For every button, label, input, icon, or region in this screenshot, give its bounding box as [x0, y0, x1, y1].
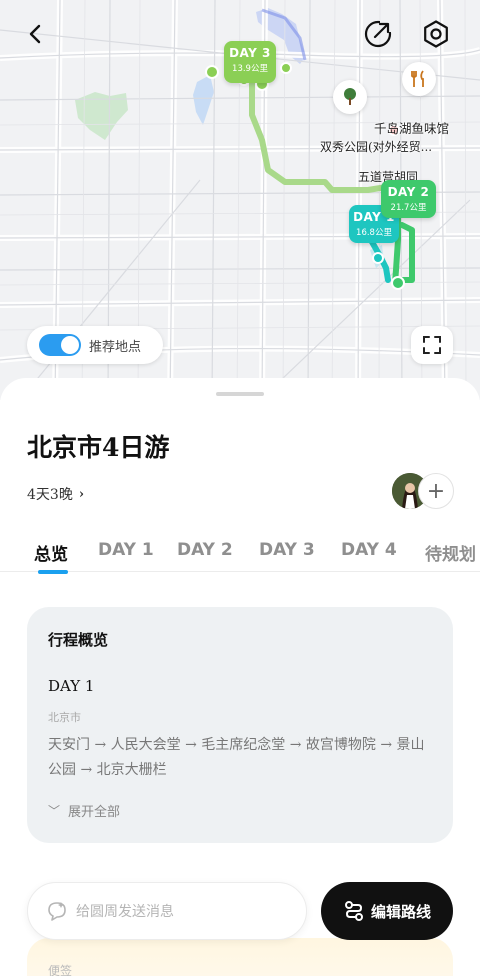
chat-bubble-icon — [44, 898, 70, 924]
day3-marker-distance: 13.9公里 — [232, 64, 268, 74]
fullscreen-button[interactable] — [411, 326, 453, 364]
share-button[interactable] — [356, 12, 400, 56]
expand-all-label: 展开全部 — [68, 805, 121, 820]
trip-title: 北京市4日游 — [27, 433, 170, 462]
chevron-right-icon: › — [78, 486, 85, 502]
map-label-restaurant[interactable]: 千岛湖鱼味馆 — [374, 118, 449, 137]
day2-map-marker[interactable]: DAY 2 21.7公里 — [381, 180, 436, 218]
gear-icon — [424, 20, 448, 48]
day2-marker-title: DAY 2 — [387, 185, 430, 199]
toggle-switch[interactable] — [39, 334, 81, 356]
chevron-left-icon — [29, 24, 41, 44]
overview-card[interactable]: 行程概览 DAY 1 北京市 天安门 → 人民大会堂 → 毛主席纪念堂 → 故宫… — [27, 607, 453, 843]
fullscreen-icon — [423, 336, 441, 354]
map-label-park[interactable]: 双秀公园(对外经贸... — [320, 138, 432, 155]
tab-day-2[interactable]: DAY 2 — [177, 540, 233, 560]
overview-title: 行程概览 — [48, 631, 109, 649]
toggle-knob — [61, 336, 79, 354]
notes-card[interactable]: 便签 — [27, 938, 453, 976]
tab-overview[interactable]: 总览 — [34, 540, 68, 565]
recommended-places-toggle[interactable]: 推荐地点 — [27, 326, 163, 364]
day3-map-marker[interactable]: DAY 3 13.9公里 — [224, 41, 276, 83]
expand-all-button[interactable]: ﹀ 展开全部 — [48, 801, 120, 820]
tab-unplanned[interactable]: 待规划 — [425, 540, 476, 565]
itinerary-sheet: 北京市4日游 4天3晚 › + 总览 DAY 1 DAY 2 DAY 3 DAY… — [0, 378, 480, 976]
add-member-button[interactable]: + — [418, 473, 454, 509]
map-view[interactable]: 千岛湖鱼味馆 双秀公园(对外经贸... 五道营胡同 DAY 3 13.9公里 D… — [0, 0, 480, 400]
settings-button[interactable] — [414, 12, 458, 56]
tab-day-4[interactable]: DAY 4 — [341, 540, 397, 560]
day3-marker-title: DAY 3 — [229, 46, 271, 60]
restaurant-icon[interactable] — [402, 62, 436, 96]
notes-label: 便签 — [48, 964, 73, 976]
share-icon — [364, 20, 393, 48]
sheet-drag-handle[interactable] — [216, 392, 264, 396]
route-icon — [344, 901, 363, 921]
tab-day-1[interactable]: DAY 1 — [98, 540, 154, 560]
plus-icon: + — [426, 478, 446, 504]
overview-city: 北京市 — [48, 711, 81, 724]
active-tab-indicator — [38, 570, 68, 574]
chevron-down-icon: ﹀ — [48, 804, 61, 818]
message-placeholder: 给圆周发送消息 — [76, 904, 174, 920]
day1-marker-distance: 16.8公里 — [356, 228, 392, 238]
trip-duration-button[interactable]: 4天3晚 › — [27, 484, 84, 504]
trip-duration-label: 4天3晚 — [27, 487, 73, 503]
tab-day-3[interactable]: DAY 3 — [259, 540, 315, 560]
edit-route-label: 编辑路线 — [370, 902, 431, 921]
overview-route: 天安门 → 人民大会堂 → 毛主席纪念堂 → 故宫博物院 → 景山公园 → 北京… — [48, 737, 425, 778]
message-input[interactable]: 给圆周发送消息 — [27, 882, 307, 940]
day2-marker-distance: 21.7公里 — [390, 203, 427, 213]
day-tabs: 总览 DAY 1 DAY 2 DAY 3 DAY 4 待规划 — [0, 538, 480, 572]
back-button[interactable] — [14, 12, 58, 56]
edit-route-button[interactable]: 编辑路线 — [321, 882, 453, 940]
tree-icon[interactable] — [333, 80, 367, 114]
toggle-label: 推荐地点 — [89, 339, 142, 355]
overview-day: DAY 1 — [48, 677, 95, 695]
